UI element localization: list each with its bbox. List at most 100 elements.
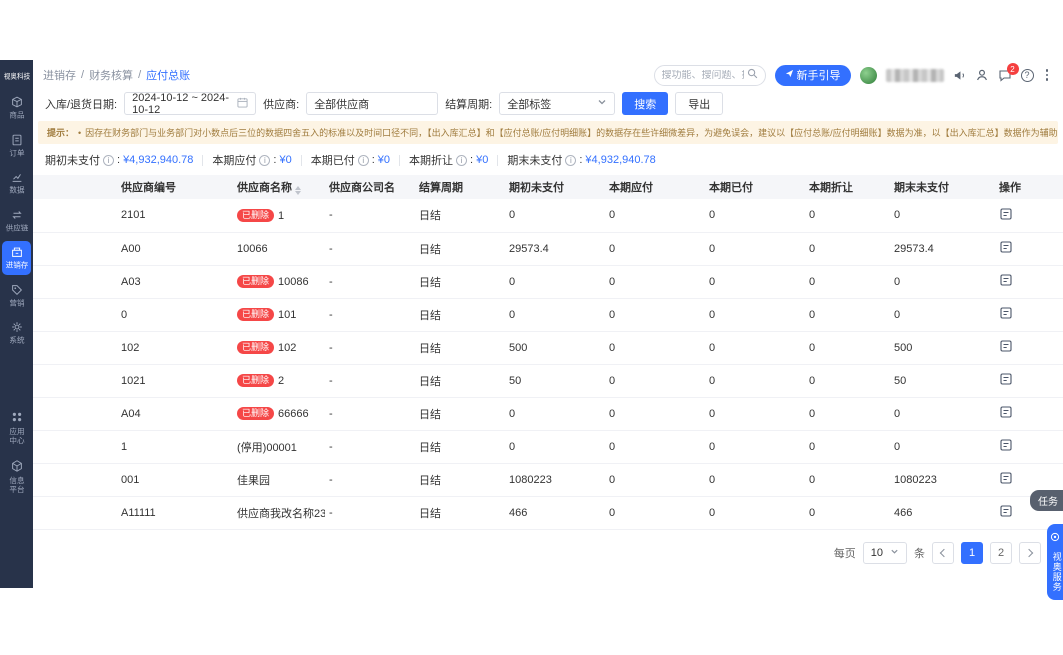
- sidebar-item-marketing[interactable]: 营销: [2, 279, 31, 313]
- global-search[interactable]: [653, 64, 766, 86]
- page-button-1[interactable]: 1: [961, 541, 983, 564]
- sidebar-item-label: 信息平台: [8, 476, 25, 494]
- newbie-guide-button[interactable]: 新手引导: [774, 64, 851, 86]
- info-icon[interactable]: i: [103, 154, 114, 166]
- col-cycle: 结算周期: [415, 175, 505, 199]
- detail-icon[interactable]: [999, 471, 1013, 485]
- company-cell: -: [325, 430, 415, 464]
- avatar[interactable]: [859, 66, 877, 84]
- summary-current-paid: 本期已付 i : ¥0: [311, 152, 390, 168]
- deleted-badge: 已删除: [237, 208, 275, 222]
- current-payable-cell: 0: [605, 397, 705, 431]
- page-button-2[interactable]: 2: [990, 541, 1012, 564]
- col-supplier-name[interactable]: 供应商名称: [233, 175, 325, 199]
- sidebar-item-orders[interactable]: 订单: [2, 129, 31, 163]
- detail-icon[interactable]: [999, 339, 1013, 353]
- operation-cell: [995, 199, 1063, 233]
- supplier-filter-input[interactable]: 全部供应商: [306, 92, 439, 115]
- company-cell: -: [325, 463, 415, 497]
- supplier-code-cell: A03: [33, 265, 233, 299]
- search-button[interactable]: 搜索: [622, 92, 669, 115]
- headset-icon: [1050, 529, 1060, 547]
- per-page-select[interactable]: 10: [862, 541, 907, 564]
- sidebar-item-system[interactable]: 系统: [2, 316, 31, 350]
- supplier-name-cell: 佳果园: [233, 463, 325, 497]
- breadcrumb-inventory[interactable]: 进销存: [43, 67, 76, 83]
- sidebar: 视奥科技 商品 订单 数据 供应链 进销存 营销 系统 应用中心 信息平台: [0, 60, 33, 588]
- summary-value: ¥0: [377, 154, 391, 166]
- info-icon[interactable]: i: [357, 154, 369, 166]
- detail-icon[interactable]: [999, 372, 1013, 386]
- sidebar-item-data[interactable]: 数据: [2, 166, 31, 200]
- deleted-badge: 已删除: [237, 341, 275, 354]
- summary-current-payable: 本期应付 i : ¥0: [212, 152, 291, 168]
- info-icon[interactable]: i: [259, 154, 271, 166]
- breadcrumb-finance[interactable]: 财务核算: [89, 67, 133, 83]
- operation-cell: [995, 364, 1063, 398]
- sidebar-item-label: 供应链: [5, 223, 28, 233]
- cycle-filter-value: 全部标签: [507, 98, 552, 111]
- sidebar-item-app-center[interactable]: 应用中心: [2, 406, 31, 451]
- detail-icon[interactable]: [999, 306, 1013, 320]
- col-current-payable: 本期应付: [605, 175, 705, 199]
- next-page-button[interactable]: [1019, 541, 1041, 564]
- task-floating-tab[interactable]: 任务: [1030, 490, 1063, 511]
- search-icon[interactable]: [747, 66, 758, 84]
- date-range-picker[interactable]: 2024-10-12 ~ 2024-10-12: [124, 92, 257, 116]
- end-unpaid-cell: 50: [890, 364, 995, 398]
- detail-icon[interactable]: [999, 438, 1013, 452]
- detail-icon[interactable]: [999, 504, 1013, 518]
- username-blurred[interactable]: [885, 68, 944, 82]
- customer-service-person-icon[interactable]: [975, 68, 989, 82]
- supplier-name-cell: (停用)00001: [233, 430, 325, 464]
- divider: [202, 154, 204, 166]
- supplier-name: 66666: [278, 408, 309, 420]
- summary-label: 本期应付: [212, 155, 257, 167]
- announcement-speaker-icon[interactable]: [953, 69, 966, 82]
- sidebar-item-inventory[interactable]: 进销存: [2, 241, 31, 275]
- cycle-cell: 日结: [415, 364, 505, 398]
- current-discount-cell: 0: [805, 265, 890, 299]
- guide-plane-icon: [785, 69, 794, 81]
- detail-icon[interactable]: [999, 273, 1013, 287]
- service-ribbon[interactable]: 视奥服务: [1047, 524, 1063, 600]
- message-chat-icon[interactable]: 2: [998, 63, 1019, 82]
- current-payable-cell: 0: [605, 298, 705, 332]
- gear-icon: [10, 320, 24, 334]
- sidebar-item-supply-chain[interactable]: 供应链: [2, 204, 31, 238]
- supplier-code-cell: 001: [33, 463, 233, 497]
- prev-page-button[interactable]: [932, 541, 954, 564]
- current-paid-cell: 0: [705, 430, 805, 464]
- table-row: 102 已删除 102 - 日结 500 0 0 0 500: [33, 331, 1063, 365]
- sidebar-item-label: 应用中心: [8, 427, 25, 445]
- detail-icon[interactable]: [999, 405, 1013, 419]
- sidebar-item-info-platform[interactable]: 信息平台: [2, 455, 31, 500]
- info-icon[interactable]: i: [456, 154, 468, 166]
- cycle-cell: 日结: [415, 463, 505, 497]
- per-page-unit: 条: [914, 547, 925, 560]
- summary-begin-unpaid: 期初未支付 i : ¥4,932,940.78: [45, 152, 193, 168]
- current-discount-cell: 0: [805, 232, 890, 266]
- global-search-input[interactable]: [661, 69, 744, 81]
- cycle-cell: 日结: [415, 199, 505, 233]
- breadcrumb-current-payable-ledger: 应付总账: [146, 70, 191, 82]
- supplier-name-cell: 已删除 101: [233, 298, 325, 332]
- supplier-name: 101: [278, 309, 297, 321]
- sort-icon[interactable]: [295, 186, 301, 195]
- chart-icon: [10, 170, 24, 184]
- end-unpaid-cell: 500: [890, 331, 995, 365]
- info-icon[interactable]: i: [565, 154, 577, 166]
- export-button[interactable]: 导出: [675, 92, 724, 115]
- current-discount-cell: 0: [805, 397, 890, 431]
- pagination: 每页 10 条 1 2: [33, 530, 1063, 564]
- current-payable-cell: 0: [605, 496, 705, 530]
- more-menu-icon[interactable]: [1043, 68, 1052, 82]
- sidebar-item-products[interactable]: 商品: [2, 91, 31, 125]
- col-supplier-code: 供应商编号: [33, 175, 233, 199]
- current-payable-cell: 0: [605, 232, 705, 266]
- detail-icon[interactable]: [999, 240, 1013, 254]
- detail-icon[interactable]: [999, 207, 1013, 221]
- cycle-filter-select[interactable]: 全部标签: [499, 92, 616, 115]
- table-row: 1021 已删除 2 - 日结 50 0 0 0 50: [33, 364, 1063, 398]
- help-icon[interactable]: ?: [1020, 68, 1034, 82]
